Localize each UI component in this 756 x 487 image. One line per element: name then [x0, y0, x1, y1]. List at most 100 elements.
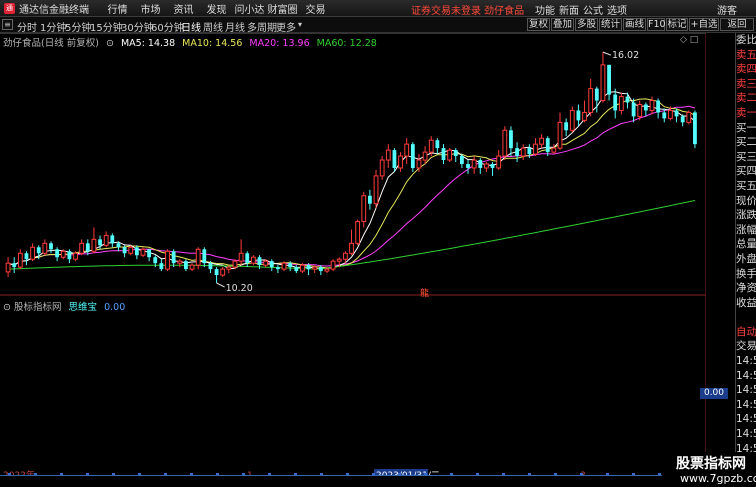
tab-monthly[interactable]: 月线 [225, 19, 245, 34]
menu-item-options[interactable]: 选项 [605, 2, 629, 17]
quote-field-label: 14:5 [736, 355, 756, 368]
candle-body-down [67, 251, 72, 260]
candle-body-up [520, 147, 526, 157]
title-bar: 通 通达信金融终端 行情 市场 资讯 发现 问小达 财富圈 交易 证券交易未登录… [0, 0, 756, 17]
quote-field-label: 14:5 [736, 398, 756, 411]
statistics-button[interactable]: 统计 [599, 18, 622, 31]
candle-body-down [410, 144, 415, 168]
candle-body-up [533, 143, 538, 155]
indicator-settings-icon[interactable]: ⊙ [106, 38, 114, 49]
more-chevron-icon[interactable]: ▾ [298, 20, 302, 29]
candle-body-down [478, 160, 483, 168]
tab-multi-period[interactable]: 多周期 [247, 19, 277, 34]
tab-60min[interactable]: 60分钟 [151, 19, 184, 34]
candle-body-down [607, 64, 611, 95]
quote-field-label: 交易 [736, 340, 756, 353]
watermark-title: 股票指标网 [676, 456, 746, 472]
candle-body-up [281, 262, 287, 270]
menu-item-wealth[interactable]: 财富圈 [266, 1, 299, 16]
kline-chart-svg[interactable]: 16.0210.20龍 16.0015.5015.0014.5014.0013.… [0, 33, 706, 480]
candle-body-up [355, 221, 361, 244]
candle-body-down [116, 243, 121, 248]
candle-body-down [564, 122, 569, 131]
timeline-bar[interactable] [0, 475, 706, 487]
menu-item-function[interactable]: 功能 [533, 2, 557, 17]
menu-item-trade[interactable]: 交易 [299, 1, 332, 16]
overlay-button[interactable]: 叠加 [551, 18, 574, 31]
candle-body-down [441, 148, 446, 161]
candle-body-up [416, 159, 422, 169]
menu-item-formula[interactable]: 公式 [581, 2, 605, 17]
tab-daily[interactable]: 日线 [181, 19, 201, 34]
candle-body-down [435, 140, 440, 149]
candle-body-up [637, 104, 643, 117]
return-button[interactable]: 返回 [720, 18, 754, 31]
watermark: 股票指标网 www.7gpzb.com [662, 452, 756, 487]
candle-body-up [422, 151, 428, 161]
menu-toggle-icon[interactable]: ≡ [2, 19, 13, 30]
candle-body-up [42, 242, 48, 254]
candle-body-down [674, 110, 679, 117]
candle-body-down [134, 247, 139, 256]
f10-button[interactable]: F10 [647, 18, 666, 31]
quote-field-label: 14:5 [736, 384, 756, 397]
candle-body-down [318, 267, 323, 272]
candle-body-up [330, 260, 336, 270]
quote-field-label: 自动 [736, 325, 756, 338]
sub-settings-icon[interactable]: ⊙ [3, 302, 11, 313]
multi-stock-button[interactable]: 多股 [575, 18, 598, 31]
tab-30min[interactable]: 30分钟 [121, 19, 154, 34]
candle-body-up [220, 268, 226, 276]
candle-body-up [79, 242, 85, 254]
login-notice[interactable]: 证券交易未登录 劲仔食品 [411, 2, 524, 17]
candle-body-up [342, 252, 348, 260]
candle-body-down [643, 104, 648, 111]
app-logo-icon: 通 [4, 2, 15, 14]
candle-body-up [60, 250, 66, 258]
menu-item-new-page[interactable]: 新面 [557, 2, 581, 17]
add-watchlist-button[interactable]: +自选 [689, 18, 719, 31]
sub-indicator-name: 思维宝 [68, 302, 98, 313]
candle-body-down [245, 253, 250, 264]
candle-body-down [459, 156, 464, 164]
adjust-price-button[interactable]: 复权 [527, 18, 550, 31]
candle-body-up [91, 238, 97, 252]
draw-line-button[interactable]: 画线 [623, 18, 646, 31]
candle-body-up [484, 163, 489, 169]
sub-indicator-value: 0.00 [104, 302, 126, 313]
candle-body-down [594, 88, 599, 101]
candle-body-down [294, 267, 299, 272]
candle-body-up [551, 147, 557, 153]
guest-user[interactable]: 游客 [717, 2, 737, 17]
candle-body-down [288, 263, 293, 268]
quote-field-label: 委比 [736, 34, 756, 46]
quote-field-label: 卖二 [736, 92, 756, 105]
candle-body-up [128, 246, 134, 254]
quote-field-label: 总量 [736, 238, 756, 251]
tab-5min[interactable]: 5分钟 [65, 19, 91, 34]
candle-body-down [515, 148, 519, 157]
tab-intraday[interactable]: 分时 [17, 19, 37, 34]
candle-body-up [496, 155, 502, 169]
candle-body-down [184, 261, 188, 270]
kline-chart-area[interactable]: 16.0210.20龍 16.0015.5015.0014.5014.0013.… [0, 33, 728, 480]
candle-body-up [588, 88, 594, 113]
menu-item-news[interactable]: 资讯 [167, 1, 200, 16]
tab-15min[interactable]: 15分钟 [90, 19, 123, 34]
menu-item-ask[interactable]: 问小达 [233, 1, 266, 16]
chart-options-icons[interactable]: ◇ □ [680, 35, 698, 45]
mark-button[interactable]: 标记 [666, 18, 688, 31]
candle-body-up [569, 109, 575, 131]
menu-item-discover[interactable]: 发现 [200, 1, 233, 16]
menu-item-quotes[interactable]: 行情 [101, 1, 134, 16]
tab-more[interactable]: 更多 [276, 19, 296, 34]
candle-body-up [336, 258, 342, 262]
tab-weekly[interactable]: 周线 [203, 19, 223, 34]
candle-body-up [361, 195, 367, 223]
menu-item-market[interactable]: 市场 [134, 1, 167, 16]
candle-body-up [379, 159, 385, 177]
candle-body-down [631, 102, 636, 117]
quote-field-label: 净资 [736, 282, 756, 295]
tab-1min[interactable]: 1分钟 [40, 19, 66, 34]
candle-body-down [680, 116, 685, 123]
